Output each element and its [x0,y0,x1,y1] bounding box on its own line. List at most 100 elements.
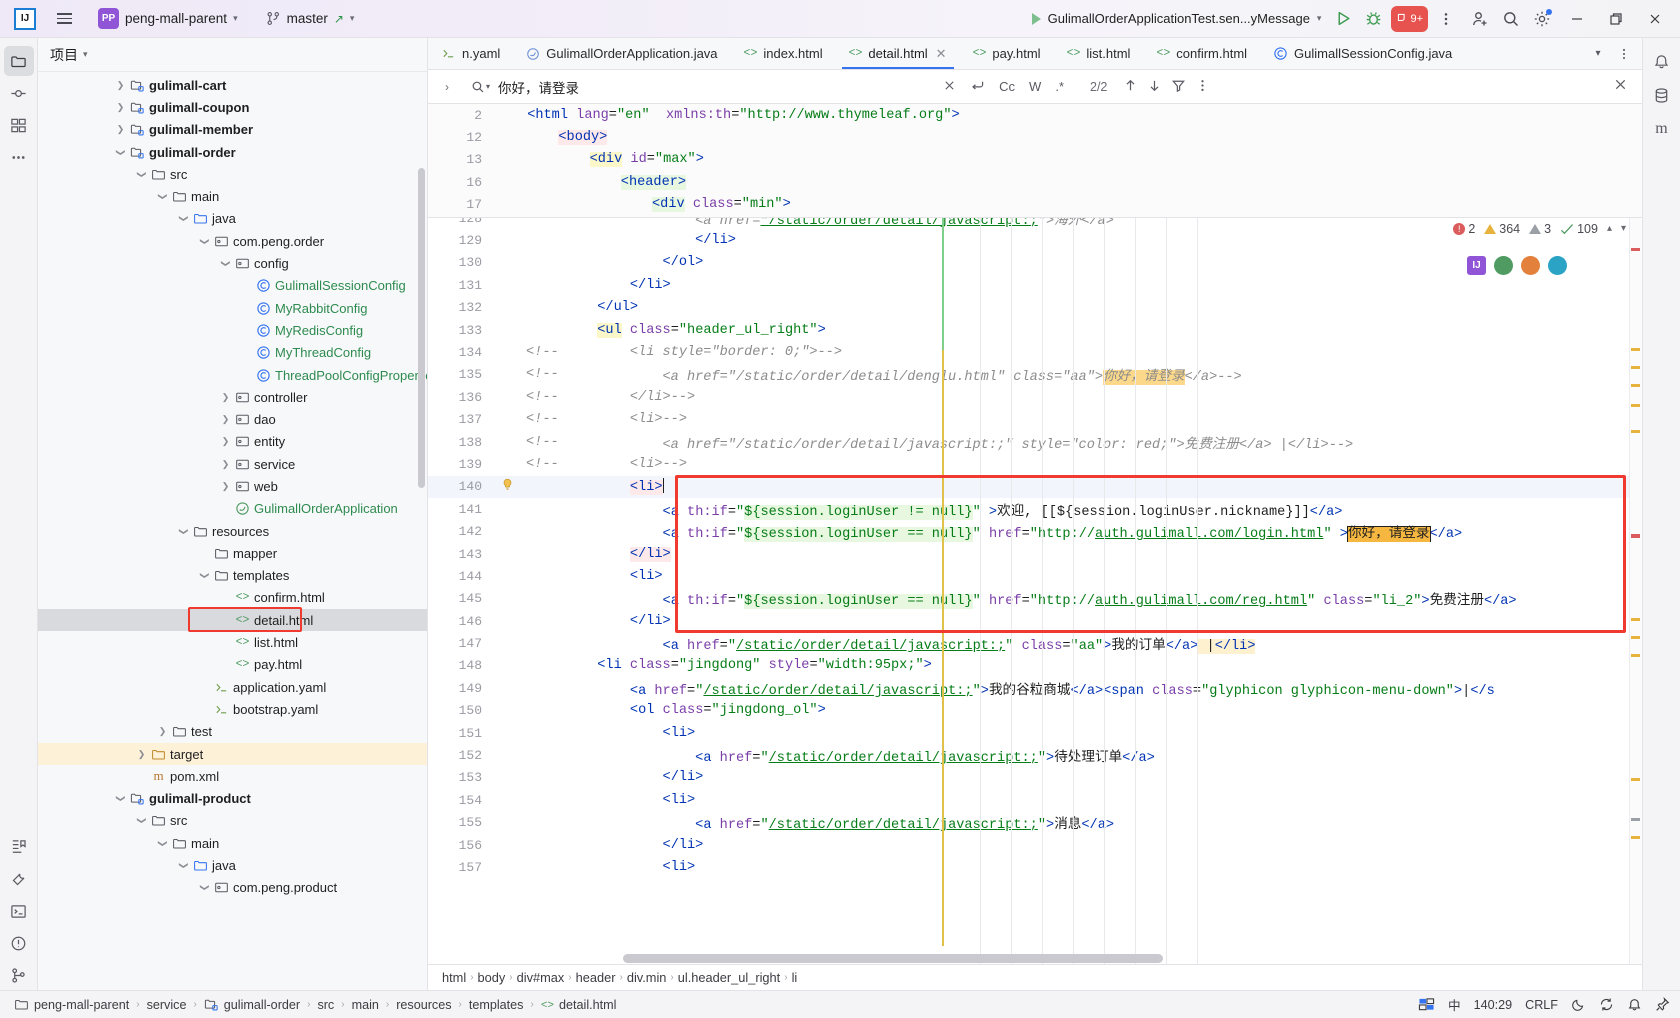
line-number[interactable]: 138 [428,435,496,450]
status-path-item[interactable]: main [348,998,383,1012]
tree-item-list-html[interactable]: <> list.html [38,631,427,653]
code-line[interactable]: 137 <!-- <li>--> [428,408,1642,430]
code-line[interactable]: 138 <!-- <a href="/static/order/detail/ja… [428,431,1642,453]
chevron-down-icon[interactable]: ❯ [199,880,210,895]
sync-icon[interactable] [1599,997,1614,1012]
tree-item-resources[interactable]: ❯ resources [38,520,427,542]
tree-item-mapper[interactable]: mapper [38,542,427,564]
tree-item-application-yaml[interactable]: application.yaml [38,676,427,698]
marker-warning[interactable] [1631,429,1640,433]
other-count-indicator[interactable]: 109 [1560,222,1598,236]
find-filter-icon[interactable] [1171,78,1186,96]
breadcrumb-item[interactable]: html [442,970,466,985]
project-tree-scrollbar[interactable] [418,168,425,488]
line-number[interactable]: 154 [428,793,496,808]
line-number[interactable]: 133 [428,323,496,338]
status-path-item[interactable]: service [143,998,191,1012]
code-line[interactable]: 131 </li> [428,274,1642,296]
code-line[interactable]: 139 <!-- <li>--> [428,453,1642,475]
breadcrumb-item[interactable]: ul.header_ul_right [678,970,780,985]
editor-tab-n-yaml[interactable]: n.yaml [428,38,513,69]
line-number[interactable]: 130 [428,255,496,270]
line-number[interactable]: 148 [428,658,496,673]
marker-warning[interactable] [1631,835,1640,839]
sidebar-item-commit[interactable] [4,78,34,108]
code-lines[interactable]: 128 <a href="/static/order/detail/javasc… [428,218,1642,964]
line-number[interactable]: 140 [428,479,496,494]
line-number[interactable]: 143 [428,547,496,562]
find-next-icon[interactable] [1147,78,1162,96]
tree-item-com-peng-order[interactable]: ❯ com.peng.order [38,230,427,252]
code-line[interactable]: 146 </li> [428,610,1642,632]
chevron-down-icon[interactable]: ❯ [178,858,189,873]
tree-item-gulimall-cart[interactable]: ❯ gulimall-cart [38,74,427,96]
line-number[interactable]: 128 [428,218,496,226]
code-line[interactable]: 144 <li> [428,565,1642,587]
sidebar-item-git[interactable] [4,960,34,990]
main-menu-icon[interactable] [50,6,78,32]
find-close-icon[interactable] [1613,77,1628,96]
minimize-button[interactable] [1558,4,1596,34]
line-number[interactable]: 141 [428,502,496,517]
code-line[interactable]: 149 <a href="/static/order/detail/javasc… [428,677,1642,699]
line-number[interactable]: 139 [428,457,496,472]
tree-item-threadpoolconfigproperties[interactable]: ThreadPoolConfigProperties [38,364,427,386]
line-number[interactable]: 150 [428,703,496,718]
chevron-down-icon[interactable]: ❯ [136,813,147,828]
moon-icon[interactable] [1571,997,1586,1012]
sidebar-item-problems[interactable] [4,928,34,958]
chevron-right-icon[interactable]: ❯ [218,459,233,470]
sidebar-item-build[interactable] [4,864,34,894]
line-number[interactable]: 145 [428,591,496,606]
tree-item-myrabbitconfig[interactable]: MyRabbitConfig [38,297,427,319]
marker-warning[interactable] [1631,347,1640,351]
line-number[interactable]: 142 [428,524,496,539]
tree-item-templates[interactable]: ❯ templates [38,565,427,587]
bell-icon[interactable] [1627,997,1642,1012]
database-icon[interactable] [1647,80,1677,110]
notifications-icon[interactable] [1647,46,1677,76]
line-number[interactable]: 151 [428,726,496,741]
code-line[interactable]: 133 <ul class="header_ul_right"> [428,319,1642,341]
tree-item-service[interactable]: ❯ service [38,453,427,475]
chevron-down-icon[interactable]: ❯ [115,791,126,806]
marker-warning[interactable] [1631,617,1640,621]
line-number[interactable]: 131 [428,278,496,293]
editor-tab-index-html[interactable]: <> index.html [731,38,836,69]
tree-item-target[interactable]: ❯ target [38,742,427,766]
chevron-right-icon[interactable]: ❯ [218,392,233,403]
close-button[interactable] [1636,4,1674,34]
tree-item-main[interactable]: ❯ main [38,832,427,854]
chevron-down-icon[interactable]: ❯ [199,568,210,583]
tree-item-com-peng-product[interactable]: ❯ com.peng.product [38,877,427,899]
breadcrumb-item[interactable]: body [478,970,506,985]
marker-error[interactable] [1631,533,1640,538]
status-path-item[interactable]: gulimall-order [200,997,304,1012]
status-path-item[interactable]: <> detail.html [537,997,621,1013]
marker-warning[interactable] [1631,777,1640,781]
find-match-case-toggle[interactable]: Cc [996,78,1018,95]
tree-item-java[interactable]: ❯ java [38,208,427,230]
sticky-line[interactable]: 2 <html lang="en" xmlns:th="http://www.th… [428,104,1642,126]
editor-tab-pay-html[interactable]: <> pay.html [960,38,1054,69]
code-line[interactable]: 155 <a href="/static/order/detail/javasc… [428,812,1642,834]
line-number[interactable]: 149 [428,681,496,696]
line-number[interactable]: 137 [428,412,496,427]
sidebar-item-bookmarks[interactable] [4,832,34,862]
tree-item-gulimallsessionconfig[interactable]: GulimallSessionConfig [38,275,427,297]
sticky-line[interactable]: 17 <div class="min"> [428,194,1642,216]
add-user-icon[interactable] [1465,5,1495,33]
code-editor[interactable]: 128 <a href="/static/order/detail/javasc… [428,217,1642,964]
chevron-down-icon[interactable]: ❯ [199,234,210,249]
tree-item-web[interactable]: ❯ web [38,475,427,497]
notifications-counter-button[interactable]: 9+ [1391,5,1428,32]
line-separator[interactable]: CRLF [1525,998,1558,1012]
code-line[interactable]: 134 <!-- <li style="border: 0;">--> [428,341,1642,363]
layout-icon[interactable] [1418,997,1435,1012]
editor-tab-gulimallsessionconfig-java[interactable]: GulimallSessionConfig.java [1260,38,1465,69]
line-number[interactable]: 132 [428,300,496,315]
code-line[interactable]: 143 </li> [428,543,1642,565]
code-line[interactable]: 157 <li> [428,856,1642,878]
edge-browser-icon[interactable] [1548,255,1567,275]
search-icon[interactable]: ▾ [471,80,490,94]
